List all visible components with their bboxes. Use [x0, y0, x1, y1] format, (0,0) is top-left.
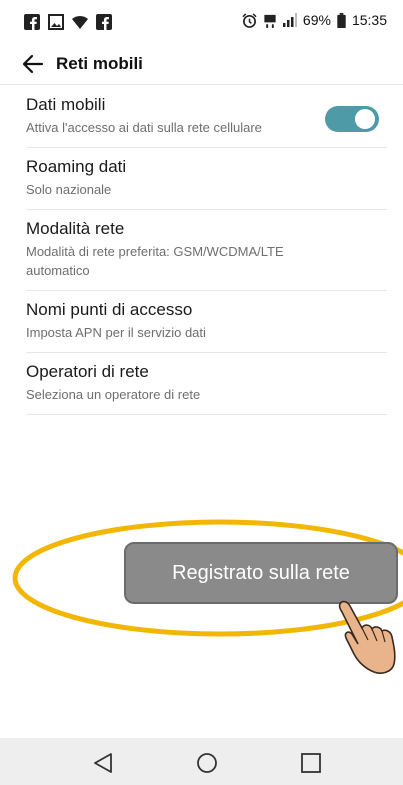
status-bar-notifications	[24, 14, 112, 30]
status-bar-system: 69% 15:35	[242, 12, 387, 28]
alarm-icon	[242, 12, 257, 28]
back-arrow-icon[interactable]	[22, 53, 44, 75]
mobile-data-toggle[interactable]	[325, 106, 379, 132]
battery-percentage: 69%	[302, 12, 331, 28]
facebook-icon	[24, 14, 40, 30]
wifi-icon	[72, 16, 88, 29]
status-bar: 69% 15:35	[0, 0, 403, 44]
setting-title: Operatori di rete	[26, 362, 149, 381]
facebook-icon	[96, 14, 112, 30]
setting-mobile-data[interactable]: Dati mobili Attiva l'accesso ai dati sul…	[26, 86, 387, 148]
setting-subtitle: Solo nazionale	[26, 182, 112, 197]
system-navigation-bar	[0, 738, 403, 785]
setting-subtitle: Modalità di rete preferita: GSM/WCDMA/LT…	[26, 244, 284, 278]
home-circle-icon[interactable]	[196, 752, 218, 774]
toggle-knob	[355, 109, 375, 129]
page-title: Reti mobili	[56, 54, 143, 73]
setting-network-operators[interactable]: Operatori di rete Seleziona un operatore…	[26, 353, 387, 415]
pointing-hand-icon	[338, 600, 396, 674]
setting-subtitle: Seleziona un operatore di rete	[26, 387, 201, 402]
recents-square-icon[interactable]	[300, 752, 322, 774]
battery-icon	[337, 12, 346, 28]
setting-subtitle: Imposta APN per il servizio dati	[26, 325, 206, 340]
setting-title: Roaming dati	[26, 157, 127, 176]
app-toolbar: Reti mobili	[0, 44, 403, 85]
image-icon	[48, 14, 64, 30]
setting-title: Nomi punti di accesso	[26, 300, 193, 319]
clock: 15:35	[351, 12, 387, 28]
settings-list: Dati mobili Attiva l'accesso ai dati sul…	[0, 86, 403, 415]
registered-tooltip: Registrato sulla rete	[124, 542, 398, 604]
back-triangle-icon[interactable]	[92, 752, 114, 774]
signal-icon	[282, 13, 297, 27]
setting-access-point-names[interactable]: Nomi punti di accesso Imposta APN per il…	[26, 291, 387, 353]
setting-title: Modalità rete	[26, 219, 125, 238]
setting-network-mode[interactable]: Modalità rete Modalità di rete preferita…	[26, 210, 387, 291]
data-icon	[264, 14, 276, 28]
setting-data-roaming[interactable]: Roaming dati Solo nazionale	[26, 148, 387, 210]
